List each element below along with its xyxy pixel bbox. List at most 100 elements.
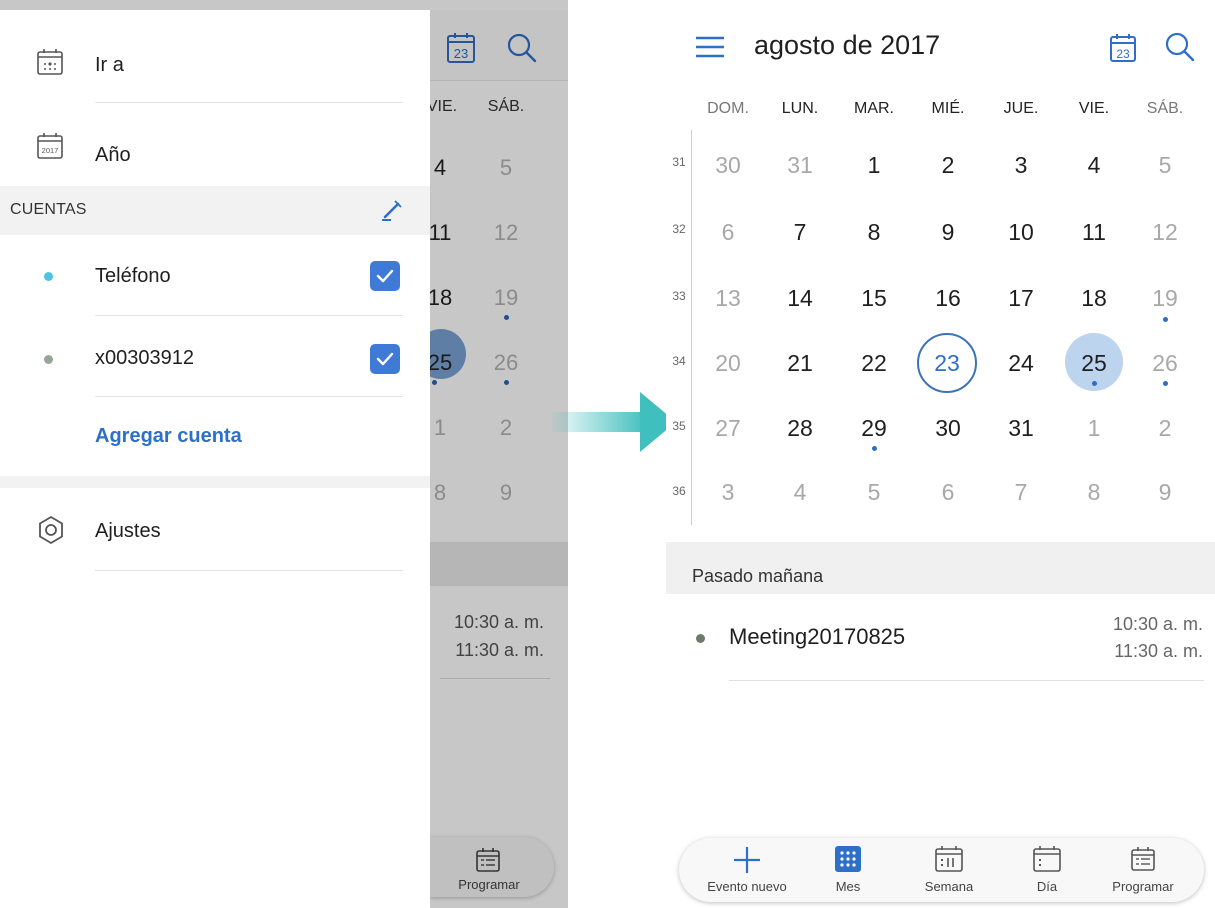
day-cell[interactable]: 24: [991, 350, 1051, 377]
drawer-item-label: Ir a: [95, 54, 124, 76]
day-cell[interactable]: 7: [991, 479, 1051, 506]
day-cell[interactable]: 17: [991, 285, 1051, 312]
nav-label: Semana: [924, 879, 974, 894]
nav-label: Mes: [835, 879, 861, 894]
hamburger-menu-icon[interactable]: [696, 36, 724, 63]
day-cell[interactable]: 4: [1064, 152, 1124, 179]
day-cell[interactable]: 18: [1064, 285, 1124, 312]
day-cell[interactable]: 14: [770, 285, 830, 312]
drawer-item-year[interactable]: 2017 Año: [0, 103, 430, 185]
nav-label: Evento nuevo: [707, 879, 787, 894]
year-calendar-icon: 2017: [36, 132, 64, 165]
search-icon[interactable]: [1164, 31, 1196, 68]
event-start-time: 10:30 a. m.: [1112, 614, 1203, 634]
account-checkbox[interactable]: [370, 261, 400, 291]
add-account-link[interactable]: Agregar cuenta: [95, 425, 242, 448]
day-cell[interactable]: 12: [1135, 219, 1195, 246]
edit-icon[interactable]: [380, 198, 404, 227]
day-cell[interactable]: 11: [1064, 219, 1124, 246]
day-cell[interactable]: 13: [698, 285, 758, 312]
nav-schedule[interactable]: Programar: [1093, 838, 1193, 902]
today-day-cell[interactable]: 23: [917, 350, 977, 377]
day-view-icon: [1033, 846, 1061, 877]
day-cell[interactable]: 3: [698, 479, 758, 506]
day-cell[interactable]: 16: [918, 285, 978, 312]
day-cell[interactable]: 19: [1135, 285, 1195, 312]
account-item-phone[interactable]: Teléfono: [0, 235, 430, 315]
selected-day-cell[interactable]: 25: [1064, 350, 1124, 377]
day-cell[interactable]: 3: [991, 152, 1051, 179]
account-item-x00303912[interactable]: x00303912: [0, 316, 430, 396]
week-number: 34: [672, 354, 686, 368]
weekday-header: MIÉ.: [931, 100, 965, 117]
day-cell[interactable]: 1: [844, 152, 904, 179]
event-dot: [1092, 381, 1097, 386]
go-to-date-icon: [36, 48, 64, 81]
weekday-header: DOM.: [707, 100, 749, 117]
week-number: 33: [672, 289, 686, 303]
bottom-nav: Evento nuevo Mes Semana Día Programar: [679, 838, 1204, 902]
weekday-header: MAR.: [854, 100, 894, 117]
nav-month[interactable]: Mes: [798, 838, 898, 902]
day-cell[interactable]: 8: [1064, 479, 1124, 506]
week-number: 36: [672, 484, 686, 498]
day-cell[interactable]: 10: [991, 219, 1051, 246]
drawer-item-label: Año: [95, 144, 131, 166]
event-end-time: 11:30 a. m.: [1114, 641, 1203, 661]
account-label: Teléfono: [95, 265, 171, 287]
navigation-drawer: Ir a 2017 Año CUENTAS Teléfono x00303912…: [0, 10, 430, 908]
event-dot: [872, 446, 877, 451]
day-cell[interactable]: 5: [844, 479, 904, 506]
drawer-item-go-to[interactable]: Ir a: [0, 10, 430, 102]
nav-label: Programar: [1112, 879, 1174, 894]
week-view-icon: [935, 846, 963, 877]
month-title[interactable]: agosto de 2017: [754, 30, 940, 61]
week-number: 32: [672, 222, 686, 236]
weekday-header: VIE.: [1078, 100, 1110, 117]
account-color-dot: [44, 355, 53, 364]
event-color-dot: [696, 634, 705, 643]
section-gap: [0, 476, 430, 488]
day-cell[interactable]: 21: [770, 350, 830, 377]
nav-label: Día: [1036, 879, 1058, 894]
day-cell[interactable]: 9: [918, 219, 978, 246]
day-cell[interactable]: 2: [918, 152, 978, 179]
today-calendar-icon[interactable]: 23: [1109, 33, 1137, 68]
day-cell[interactable]: 6: [698, 219, 758, 246]
day-cell[interactable]: 30: [698, 152, 758, 179]
accounts-section-header: CUENTAS: [0, 186, 430, 235]
day-cell[interactable]: 7: [770, 219, 830, 246]
svg-text:2017: 2017: [42, 146, 59, 155]
divider: [729, 680, 1204, 681]
day-cell[interactable]: 20: [698, 350, 758, 377]
day-cell[interactable]: 29: [844, 415, 904, 442]
weekday-header: LUN.: [781, 100, 819, 117]
day-cell[interactable]: 6: [918, 479, 978, 506]
day-cell[interactable]: 22: [844, 350, 904, 377]
day-cell[interactable]: 9: [1135, 479, 1195, 506]
gear-icon: [36, 515, 66, 550]
event-dot: [1163, 381, 1168, 386]
drawer-item-settings[interactable]: Ajustes: [0, 488, 430, 570]
day-cell[interactable]: 5: [1135, 152, 1195, 179]
nav-new-event[interactable]: Evento nuevo: [697, 838, 797, 902]
weekday-header: JUE.: [1003, 100, 1039, 117]
svg-text:23: 23: [1116, 47, 1130, 61]
account-checkbox[interactable]: [370, 344, 400, 374]
day-cell[interactable]: 2: [1135, 415, 1195, 442]
day-cell[interactable]: 27: [698, 415, 758, 442]
day-cell[interactable]: 26: [1135, 350, 1195, 377]
drawer-item-label: Ajustes: [95, 520, 161, 542]
account-color-dot: [44, 272, 53, 281]
plus-icon: [733, 846, 761, 879]
nav-day[interactable]: Día: [997, 838, 1097, 902]
day-cell[interactable]: 30: [918, 415, 978, 442]
day-cell[interactable]: 31: [770, 152, 830, 179]
day-cell[interactable]: 15: [844, 285, 904, 312]
nav-week[interactable]: Semana: [899, 838, 999, 902]
day-cell[interactable]: 28: [770, 415, 830, 442]
day-cell[interactable]: 8: [844, 219, 904, 246]
day-cell[interactable]: 31: [991, 415, 1051, 442]
day-cell[interactable]: 4: [770, 479, 830, 506]
day-cell[interactable]: 1: [1064, 415, 1124, 442]
